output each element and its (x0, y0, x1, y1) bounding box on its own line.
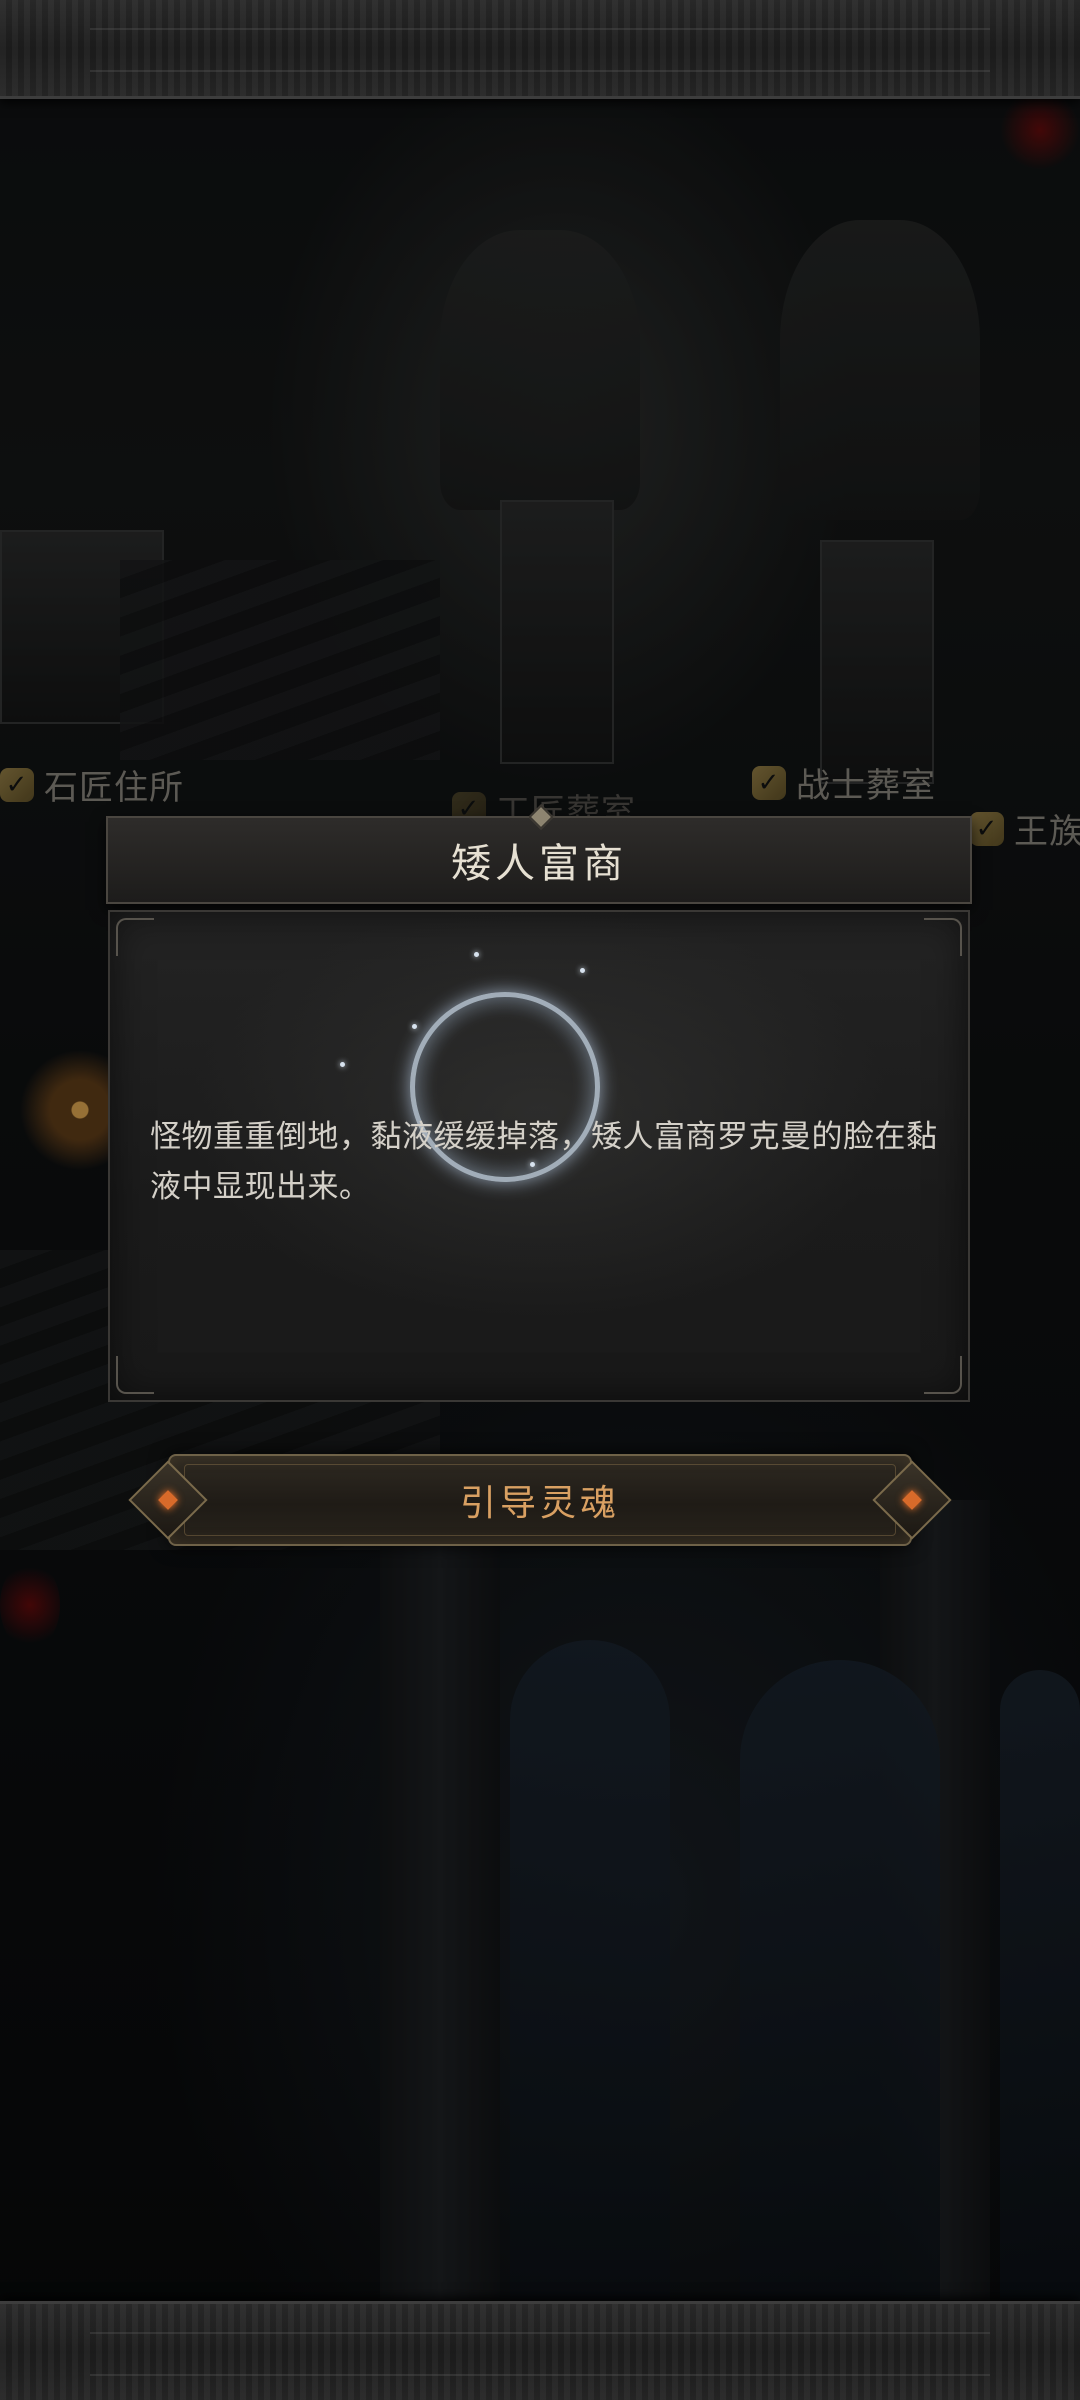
event-dialog: 矮人富商 怪物重重倒地，黏液缓缓掉落，矮人富商罗克曼的脸在黏液中显现出来。 (106, 804, 972, 1402)
guide-soul-label: 引导灵魂 (459, 1483, 620, 1524)
sparkle-icon (412, 1024, 417, 1029)
dialog-text: 怪物重重倒地，黏液缓缓掉落，矮人富商罗克曼的脸在黏液中显现出来。 (150, 1119, 938, 1205)
dialog-header: 矮人富商 (106, 804, 972, 904)
frame-ornament (90, 2332, 990, 2376)
sparkle-icon (474, 952, 479, 957)
top-frame (0, 0, 1080, 99)
dialog-body: 怪物重重倒地，黏液缓缓掉落，矮人富商罗克曼的脸在黏液中显现出来。 (108, 910, 970, 1402)
corner-ornament-icon (924, 918, 962, 956)
corner-ornament-icon (116, 1356, 154, 1394)
guide-soul-button[interactable]: 引导灵魂 (128, 1454, 952, 1546)
corner-ornament-icon (924, 1356, 962, 1394)
bottom-frame (0, 2301, 1080, 2400)
frame-ornament (90, 28, 990, 72)
game-screen: ✓ 石匠住所 ✓ 工匠葬室 ✓ 战士葬室 ✓ 王族 矮人富商 怪物重重倒地，黏液… (0, 0, 1080, 2400)
sparkle-icon (580, 968, 585, 973)
corner-ornament-icon (116, 918, 154, 956)
dialog-title: 矮人富商 (451, 841, 627, 887)
sparkle-icon (340, 1062, 345, 1067)
